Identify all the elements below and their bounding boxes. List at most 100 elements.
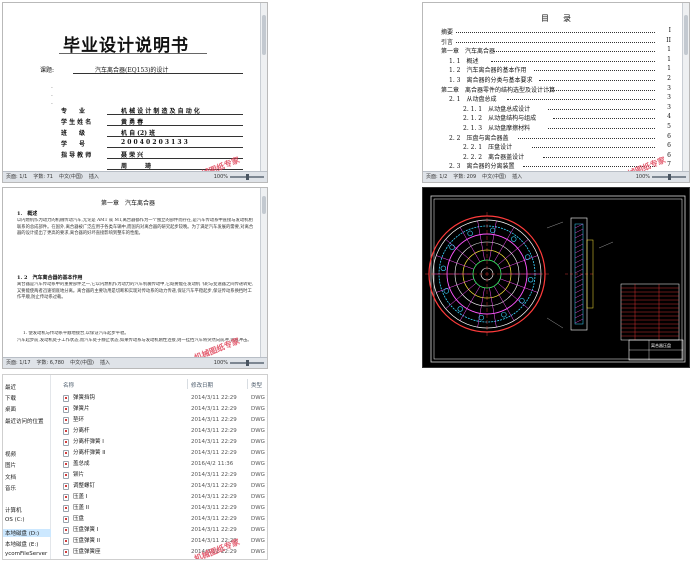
file-row[interactable]: 压盘 2014/3/11 22:29 DWG 文	[55, 514, 267, 524]
toc-entry[interactable]: 2. 3 离合器的分离装置	[449, 161, 514, 170]
file-date: 2014/3/11 22:29	[191, 505, 237, 511]
field-label: 专 业	[61, 108, 86, 115]
file-name: 压盘	[73, 516, 85, 522]
file-row[interactable]: 弹簧挡钩 2014/3/11 22:29 DWG 文	[55, 393, 267, 403]
file-date: 2014/3/11 22:29	[191, 516, 237, 522]
field-label: 学 生 姓 名	[61, 119, 92, 126]
nav-item[interactable]: OS (C:)	[5, 517, 25, 523]
vertical-scrollbar[interactable]	[260, 188, 267, 357]
file-type: DWG 文	[251, 527, 267, 533]
file-type: DWG 文	[251, 417, 267, 423]
file-type: DWG 文	[251, 538, 267, 544]
file-name: 分离杆弹簧 I	[73, 439, 104, 445]
file-name: 压盘弹簧座	[73, 549, 101, 555]
nav-item[interactable]: 本地磁盘 (D:)	[3, 528, 51, 537]
drawing-border	[430, 195, 686, 363]
file-type: DWG 文	[251, 406, 267, 412]
status-language: 中文(中国)	[70, 360, 95, 366]
nav-item[interactable]: 视频	[5, 450, 16, 458]
dwg-file-icon	[63, 472, 69, 479]
dwg-file-icon	[63, 428, 69, 435]
zoom-control[interactable]: 100%	[214, 172, 264, 182]
vertical-scrollbar[interactable]	[682, 3, 689, 171]
file-row[interactable]: 弹簧片 2014/3/11 22:29 DWG 文	[55, 404, 267, 414]
column-header-date[interactable]: 修改日期	[191, 381, 213, 389]
dwg-file-icon	[63, 494, 69, 501]
dwg-file-icon	[63, 516, 69, 523]
nav-item[interactable]: 最近访问的位置	[5, 417, 44, 425]
nav-item[interactable]: 最近	[5, 383, 16, 391]
toc-page-number: 6	[667, 132, 671, 140]
nav-item[interactable]: ycomFileServer	[5, 551, 47, 557]
status-words: 字数: 209	[453, 174, 477, 180]
toc-entry[interactable]: 2. 2. 1 压盘设计	[463, 142, 512, 151]
toc-entry[interactable]: 2. 2 压盘与离合器盖	[449, 133, 508, 142]
nav-item[interactable]: 桌面	[5, 405, 16, 413]
file-row[interactable]: 调整螺钉 2014/3/11 22:29 DWG 文	[55, 481, 267, 491]
file-row[interactable]: 压盖 II 2014/3/11 22:29 DWG 文	[55, 503, 267, 513]
nav-item[interactable]: 音乐	[5, 484, 16, 492]
column-header-type[interactable]: 类型	[251, 381, 262, 389]
cad-drawing[interactable]: 离合器压盘	[423, 188, 690, 368]
toc-page: 目 录 摘要 I 引言 II 第一章 汽车离合器 1 1. 1 概述 1 1. 2 汽车离合器的…	[423, 3, 683, 182]
field-label: 班 级	[61, 130, 86, 137]
navigation-pane: 最近下载桌面最近访问的位置 视频图片文档音乐计算机 OS (C:) 本地磁盘 (D:)…	[3, 375, 51, 559]
toc-page-number: 6	[667, 142, 671, 150]
zoom-control[interactable]: 100%	[214, 358, 264, 368]
chapter-page: 第一章 汽车离合器 1. 概述 以内燃机作为动力的机械传动汽车,无论是 AMT …	[3, 188, 261, 363]
toc-entry[interactable]: 1. 1 概述	[449, 56, 478, 65]
toc-entry[interactable]: 1. 2 汽车离合器的基本作用	[449, 65, 526, 74]
toc-entry[interactable]: 引言	[441, 37, 453, 46]
file-date: 2014/3/11 22:29	[191, 450, 237, 456]
field-value: 2 0 0 4 0 2 0 3 1 3 3	[121, 139, 188, 146]
dwg-file-icon	[63, 406, 69, 413]
status-mode: 插入	[100, 360, 111, 366]
nav-item[interactable]: 下载	[5, 394, 16, 402]
toc-entry[interactable]: 第二章 离合器零件的结构选型及设计计算	[441, 85, 555, 94]
file-date: 2014/3/11 22:29	[191, 494, 237, 500]
column-header-name[interactable]: 名称	[63, 381, 74, 389]
toc-entry[interactable]: 2. 1. 3 从动盘摩擦材料	[463, 123, 530, 132]
file-row[interactable]: 分离杆 2014/3/11 22:29 DWG 文	[55, 426, 267, 436]
file-type: DWG 文	[251, 428, 267, 434]
nav-item[interactable]: 本地磁盘 (E:)	[5, 540, 38, 548]
vertical-scrollbar[interactable]	[260, 3, 267, 171]
section-heading: 1. 概述	[17, 211, 38, 217]
file-row[interactable]: 垫环 2014/3/11 22:29 DWG 文	[55, 415, 267, 425]
annotation-lines	[546, 221, 614, 329]
toc-page-number: 3	[667, 94, 671, 102]
toc-entry[interactable]: 第一章 汽车离合器	[441, 46, 495, 55]
toc-entry[interactable]: 2. 1. 2 从动盘结构与组成	[463, 113, 536, 122]
file-name: 压盘弹簧 II	[73, 538, 100, 544]
toc-page-number: 1	[667, 65, 671, 73]
file-row[interactable]: 压盘弹簧 I 2014/3/11 22:29 DWG 文	[55, 525, 267, 535]
toc-entry[interactable]: 2. 2. 2 离合器盖设计	[463, 152, 524, 161]
toc-page-number: 5	[667, 123, 671, 130]
file-row[interactable]: 压盖 I 2014/3/11 22:29 DWG 文	[55, 492, 267, 502]
zoom-level: 100%	[213, 360, 228, 366]
zoom-control[interactable]: 100%	[636, 172, 686, 182]
file-row[interactable]: 分离杆弹簧 II 2014/3/11 22:29 DWG 文	[55, 448, 267, 458]
title-block-label: 离合器压盘	[651, 342, 671, 348]
nav-item[interactable]: 图片	[5, 461, 16, 469]
toc-entry[interactable]: 1. 3 离合器的分类与基本要求	[449, 75, 532, 84]
file-row[interactable]: 铆片 2014/3/11 22:29 DWG 文	[55, 470, 267, 480]
toc-page-number: 3	[667, 103, 671, 111]
toc-entry[interactable]: 摘要	[441, 27, 453, 36]
nav-item[interactable]: 文档	[5, 473, 16, 481]
dwg-file-icon	[63, 450, 69, 457]
file-date: 2014/3/11 22:29	[191, 483, 237, 489]
zoom-slider[interactable]	[652, 174, 686, 180]
toc-entry[interactable]: 2. 1 从动盘总成	[449, 94, 496, 103]
toc-entry[interactable]: 2. 1. 1 从动盘总成设计	[463, 104, 530, 113]
cover-document-window: 毕业设计说明书 课题: 汽车离合器(EQ153)的设计 . . . 专 业机 械…	[2, 2, 268, 183]
file-type: DWG 文	[251, 461, 267, 467]
file-row[interactable]: 盖总成 2016/4/2 11:36 DWG 文	[55, 459, 267, 469]
file-row[interactable]: 分离杆弹簧 I 2014/3/11 22:29 DWG 文	[55, 437, 267, 447]
file-name: 压盘弹簧 I	[73, 527, 99, 533]
zoom-slider[interactable]	[230, 360, 264, 366]
dwg-file-icon	[63, 483, 69, 490]
zoom-slider[interactable]	[230, 174, 264, 180]
status-page: 页面: 1/1	[6, 174, 28, 180]
nav-item[interactable]: 计算机	[5, 506, 22, 514]
